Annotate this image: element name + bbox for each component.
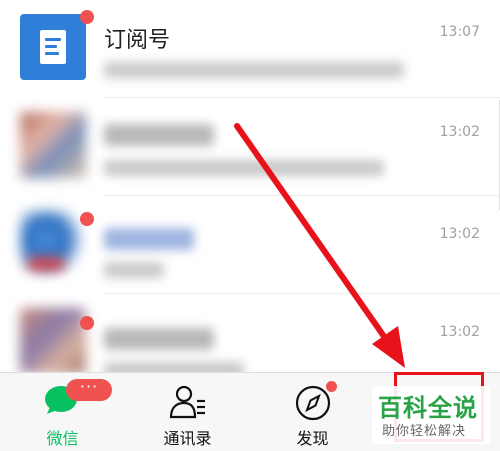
chat-preview-blurred — [104, 62, 404, 78]
subscriptions-avatar — [20, 14, 86, 80]
tab-chats[interactable]: ··· 微信 — [0, 373, 125, 451]
contacts-icon — [169, 385, 205, 419]
unread-dot — [80, 316, 94, 330]
watermark-title: 百科全说 — [378, 394, 478, 422]
chat-row-blurred[interactable]: 13:02 — [0, 98, 500, 196]
tab-label: 微信 — [46, 429, 79, 448]
tab-discover[interactable]: 发现 — [250, 373, 375, 451]
avatar-badge-blurred — [28, 258, 64, 270]
chat-title-blurred — [104, 228, 194, 250]
chat-row-subscriptions[interactable]: 订阅号 13:07 — [0, 0, 500, 98]
chat-title-blurred — [104, 124, 214, 146]
tab-contacts[interactable]: 通讯录 — [125, 373, 250, 451]
chat-preview-blurred — [104, 160, 384, 176]
chat-time: 13:02 — [439, 226, 480, 242]
watermark: 百科全说 助你轻松解决 — [372, 386, 490, 444]
discover-dot — [326, 381, 337, 392]
avatar-blurred — [20, 308, 86, 374]
document-icon — [40, 30, 66, 64]
scroll-indicator — [494, 100, 500, 210]
chat-time: 13:07 — [439, 24, 480, 40]
unread-dot — [80, 212, 94, 226]
unread-dot — [80, 10, 94, 24]
tab-label: 通讯录 — [163, 429, 212, 448]
chat-row-blurred[interactable]: 13:02 — [0, 196, 500, 294]
chat-list: 订阅号 13:07 13:02 13:02 13:02 — [0, 0, 500, 378]
tab-label: 发现 — [296, 429, 329, 448]
chat-title-blurred — [104, 328, 214, 350]
chat-time: 13:02 — [439, 124, 480, 140]
watermark-subtitle: 助你轻松解决 — [382, 424, 467, 439]
chat-time: 13:02 — [439, 324, 480, 340]
unread-badge: ··· — [66, 379, 112, 401]
avatar-blurred — [20, 112, 86, 178]
chat-title: 订阅号 — [104, 28, 171, 53]
chat-preview-blurred — [104, 262, 164, 278]
